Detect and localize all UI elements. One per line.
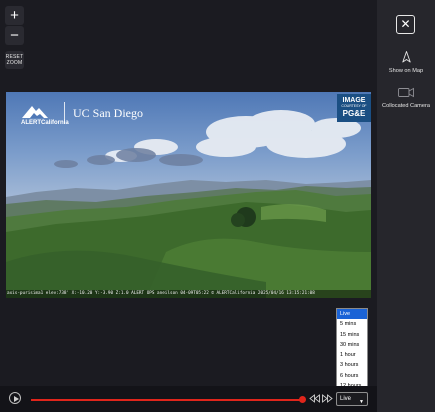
- alert-logo-mark: ALERTCalifornia: [20, 100, 69, 126]
- logo-alert-text: ALERTCalifornia: [21, 120, 69, 126]
- badge-line2: COURTESY OF: [341, 104, 367, 108]
- play-icon: [13, 395, 19, 402]
- time-range-dropdown[interactable]: Live 5 mins 15 mins 30 mins 1 hour 3 hou…: [336, 308, 368, 393]
- badge-line3: PG&E: [342, 108, 366, 118]
- collocated-camera-button[interactable]: Collocated Camera: [377, 85, 435, 109]
- show-on-map-button[interactable]: Show on Map: [377, 50, 435, 74]
- playback-bar: Live ▼: [0, 386, 377, 412]
- rewind-icon[interactable]: [309, 394, 320, 403]
- zoom-in-button[interactable]: +: [5, 6, 24, 25]
- show-on-map-label: Show on Map: [388, 68, 424, 74]
- timeline-track[interactable]: [31, 399, 301, 401]
- main-viewer: + − RESET ZOOM ALERTCalifornia UC San Di…: [0, 0, 377, 412]
- time-option-3-hours[interactable]: 3 hours: [337, 360, 367, 370]
- camera-caption: axis-purisima1 elev:738' X:-10.20 Y:-3.9…: [6, 290, 371, 298]
- selected-time-label: Live: [340, 396, 352, 402]
- time-option-5-mins[interactable]: 5 mins: [337, 319, 367, 329]
- close-button[interactable]: ✕: [396, 15, 415, 34]
- time-option-live[interactable]: Live: [337, 309, 367, 320]
- zoom-out-button[interactable]: −: [5, 26, 24, 45]
- minus-icon: −: [10, 27, 19, 44]
- timeline-handle[interactable]: [299, 396, 306, 403]
- time-option-1-hour[interactable]: 1 hour: [337, 350, 367, 360]
- camera-image[interactable]: ALERTCalifornia UC San Diego IMAGE COURT…: [6, 92, 371, 298]
- close-icon: ✕: [400, 17, 411, 31]
- alertcalifornia-ucsd-logo: ALERTCalifornia UC San Diego: [20, 100, 143, 126]
- time-option-30-mins[interactable]: 30 mins: [337, 340, 367, 350]
- image-courtesy-badge: IMAGE COURTESY OF PG&E: [337, 94, 371, 122]
- camera-icon: [398, 87, 414, 98]
- time-option-15-mins[interactable]: 15 mins: [337, 330, 367, 340]
- reset-zoom-label: RESET ZOOM: [5, 54, 24, 66]
- play-button[interactable]: [9, 392, 21, 404]
- logo-ucsd-text: UC San Diego: [73, 105, 143, 120]
- collocated-camera-label: Collocated Camera: [382, 103, 430, 109]
- chevron-down-icon: ▼: [359, 399, 364, 405]
- logo-divider: [64, 102, 65, 124]
- fast-forward-icon[interactable]: [322, 394, 333, 403]
- time-range-select[interactable]: Live ▼: [336, 392, 368, 406]
- badge-line1: IMAGE: [342, 97, 366, 104]
- plus-icon: +: [10, 7, 19, 24]
- reset-zoom-button[interactable]: RESET ZOOM: [5, 51, 24, 69]
- time-option-6-hours[interactable]: 6 hours: [337, 371, 367, 381]
- map-pointer-icon: [401, 51, 411, 63]
